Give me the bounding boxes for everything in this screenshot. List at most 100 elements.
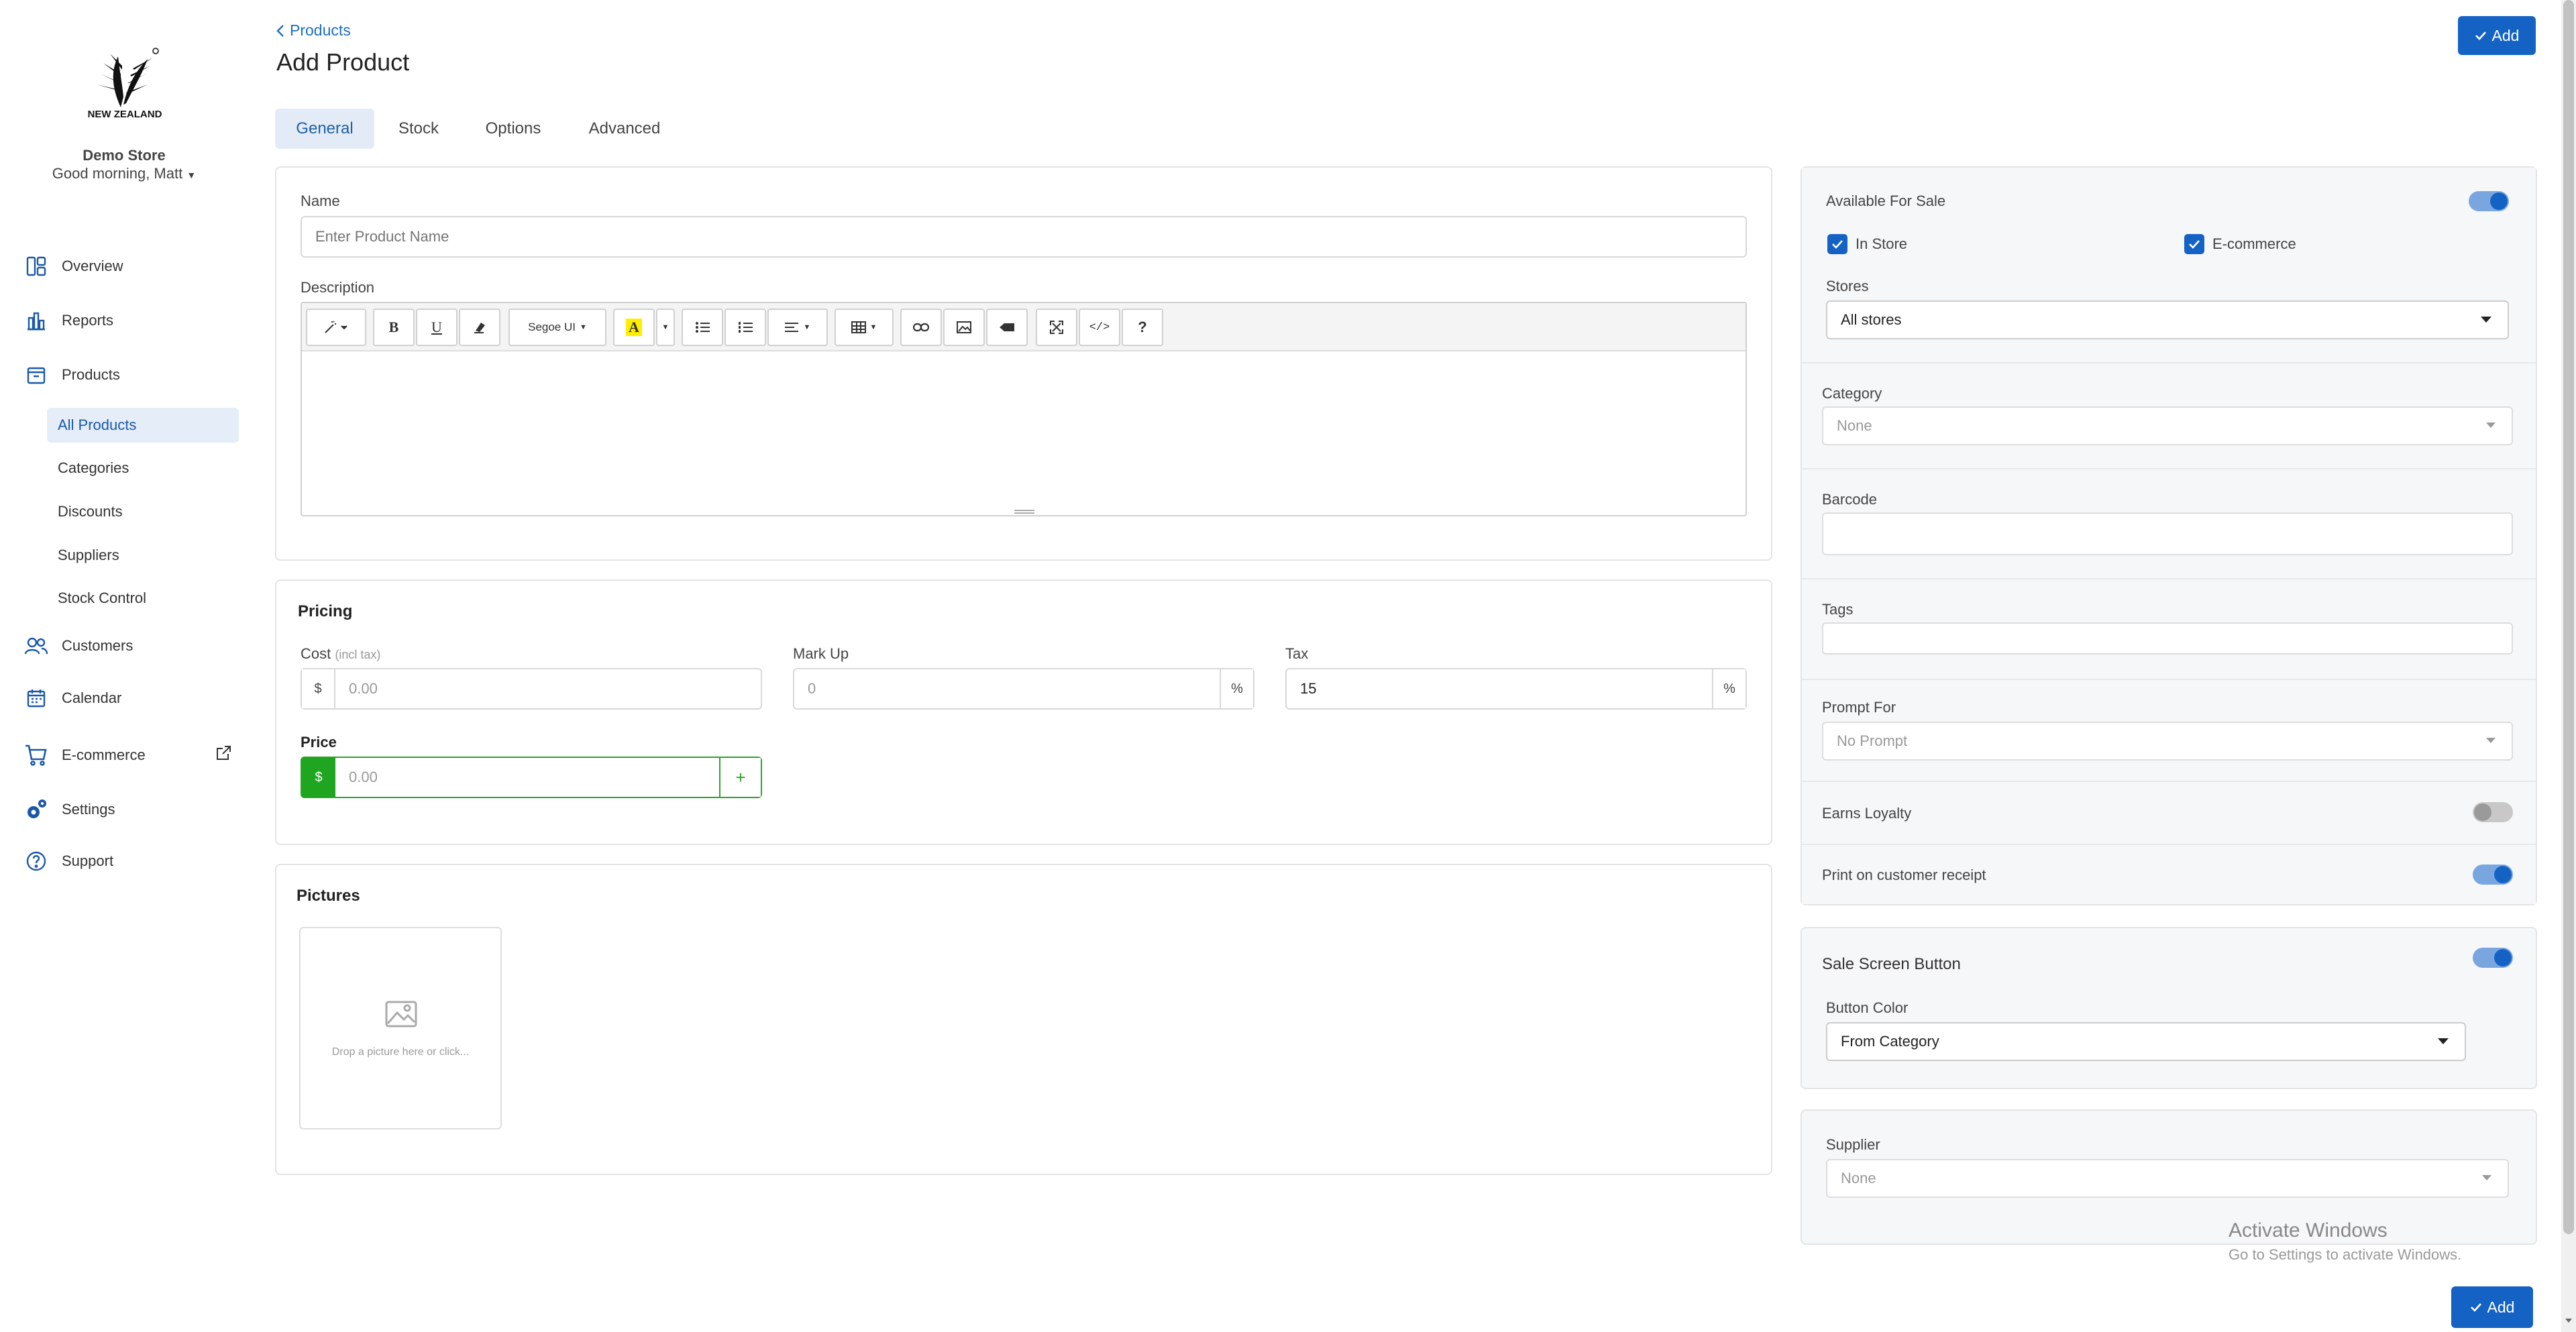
highlight-color-button[interactable]: A — [613, 309, 655, 346]
eraser-icon — [473, 321, 486, 333]
fullscreen-button[interactable] — [1036, 309, 1077, 346]
nav-overview[interactable]: Overview — [23, 250, 123, 282]
scroll-down-arrow[interactable] — [2564, 1316, 2573, 1325]
tags-input[interactable] — [1822, 622, 2513, 655]
nav-reports[interactable]: Reports — [23, 304, 113, 337]
sidebar-item-categories[interactable]: Categories — [47, 451, 239, 486]
align-button[interactable]: ▼ — [767, 309, 828, 346]
sidebar-item-suppliers[interactable]: Suppliers — [47, 538, 239, 573]
video-button[interactable] — [986, 309, 1028, 346]
font-select-label: Segoe UI — [528, 321, 576, 333]
add-label: Add — [2487, 1298, 2515, 1316]
supplier-label: Supplier — [1826, 1136, 1880, 1153]
cost-input[interactable]: $ 0.00 — [301, 668, 762, 710]
underline-button[interactable]: U — [416, 309, 458, 346]
numbered-list-icon — [738, 321, 753, 333]
earns-loyalty-toggle[interactable] — [2473, 802, 2513, 822]
product-name-input[interactable] — [301, 216, 1747, 258]
caret-down-icon — [2486, 423, 2496, 428]
sidebar-item-all-products[interactable]: All Products — [47, 408, 239, 443]
nav-calendar[interactable]: Calendar — [23, 682, 121, 714]
code-icon: </> — [1089, 321, 1110, 334]
cost-label-text: Cost — [301, 645, 331, 662]
price-placeholder: 0.00 — [349, 769, 378, 785]
image-button[interactable] — [943, 309, 985, 346]
bullet-list-button[interactable] — [682, 309, 723, 346]
drop-zone-text: Drop a picture here or click... — [331, 1046, 470, 1058]
tab-advanced[interactable]: Advanced — [574, 109, 675, 149]
font-family-select[interactable]: Segoe UI ▼ — [508, 309, 606, 346]
nav-support[interactable]: Support — [23, 845, 113, 877]
cost-prefix: $ — [302, 669, 335, 708]
external-link-icon[interactable] — [215, 744, 232, 762]
code-view-button[interactable]: </> — [1079, 309, 1120, 346]
align-left-icon — [784, 321, 800, 333]
image-icon — [957, 321, 971, 333]
check-icon — [2188, 239, 2200, 249]
nav-settings[interactable]: Settings — [23, 793, 115, 826]
greeting-menu[interactable]: Good morning, Matt ▼ — [0, 165, 248, 182]
editor-content-area[interactable] — [302, 353, 1746, 510]
in-store-checkbox[interactable] — [1827, 234, 1847, 254]
picture-drop-zone[interactable]: Drop a picture here or click... — [299, 927, 502, 1129]
breadcrumb[interactable]: Products — [276, 21, 351, 40]
users-icon — [23, 632, 50, 659]
eraser-button[interactable] — [459, 309, 500, 346]
nav-ecommerce[interactable]: E-commerce — [23, 739, 146, 771]
stores-select[interactable]: All stores — [1826, 300, 2509, 339]
category-select[interactable]: None — [1822, 406, 2513, 445]
nav-label: Customers — [62, 637, 133, 654]
bullet-list-icon — [695, 321, 710, 333]
numbered-list-button[interactable] — [724, 309, 766, 346]
color-dropdown-button[interactable]: ▼ — [656, 309, 675, 346]
available-label: Available For Sale — [1826, 192, 1946, 209]
help-button[interactable]: ? — [1122, 309, 1163, 346]
ecommerce-label: E-commerce — [2212, 235, 2296, 252]
add-button-top[interactable]: Add — [2458, 16, 2536, 55]
markup-placeholder: 0 — [808, 680, 816, 697]
tags-label: Tags — [1822, 601, 1854, 618]
barcode-input[interactable] — [1822, 512, 2513, 555]
table-button[interactable]: ▼ — [835, 309, 894, 346]
name-label: Name — [301, 192, 340, 209]
price-prefix: $ — [302, 758, 335, 797]
sidebar-item-discounts[interactable]: Discounts — [47, 494, 239, 529]
price-plus-button[interactable]: + — [719, 758, 761, 797]
tab-general[interactable]: General — [275, 109, 374, 149]
sale-screen-button-toggle[interactable] — [2473, 948, 2513, 968]
greeting-text: Good morning, Matt — [52, 165, 183, 182]
markup-input[interactable]: 0 % — [793, 668, 1254, 710]
bar-chart-icon — [23, 307, 50, 334]
sidebar-item-stock-control[interactable]: Stock Control — [47, 581, 239, 616]
magic-wand-button[interactable] — [306, 309, 366, 346]
available-for-sale-toggle[interactable] — [2469, 191, 2509, 211]
tab-stock[interactable]: Stock — [385, 109, 452, 149]
nav-products[interactable]: Products — [23, 359, 120, 391]
tax-value: 15 — [1300, 680, 1317, 697]
video-icon — [1000, 323, 1014, 332]
cost-label: Cost (incl tax) — [301, 645, 380, 663]
button-color-select[interactable]: From Category — [1826, 1022, 2466, 1061]
stores-label: Stores — [1826, 278, 1869, 294]
tab-options[interactable]: Options — [470, 109, 557, 149]
ecommerce-checkbox[interactable] — [2184, 234, 2204, 254]
sale-screen-button-card — [1801, 927, 2537, 1089]
resize-handle[interactable] — [1014, 510, 1034, 514]
add-button-bottom[interactable]: Add — [2451, 1286, 2533, 1328]
bold-button[interactable]: B — [373, 309, 415, 346]
text-color-icon: A — [626, 319, 642, 336]
page-title: Add Product — [276, 48, 410, 76]
image-placeholder-icon — [385, 1001, 417, 1028]
print-receipt-toggle[interactable] — [2473, 865, 2513, 885]
prompt-select[interactable]: No Prompt — [1822, 722, 2513, 761]
link-button[interactable] — [900, 309, 942, 346]
caret-down-icon — [2486, 738, 2496, 743]
nav-customers[interactable]: Customers — [23, 630, 133, 662]
scrollbar-thumb[interactable] — [2563, 0, 2574, 1234]
supplier-select[interactable]: None — [1826, 1159, 2509, 1198]
stores-value: All stores — [1841, 311, 1902, 328]
price-input[interactable]: $ 0.00 + — [301, 757, 762, 798]
windows-activation-title: Activate Windows — [2229, 1219, 2387, 1241]
pricing-heading: Pricing — [298, 602, 353, 620]
tax-input[interactable]: 15 % — [1285, 668, 1747, 710]
